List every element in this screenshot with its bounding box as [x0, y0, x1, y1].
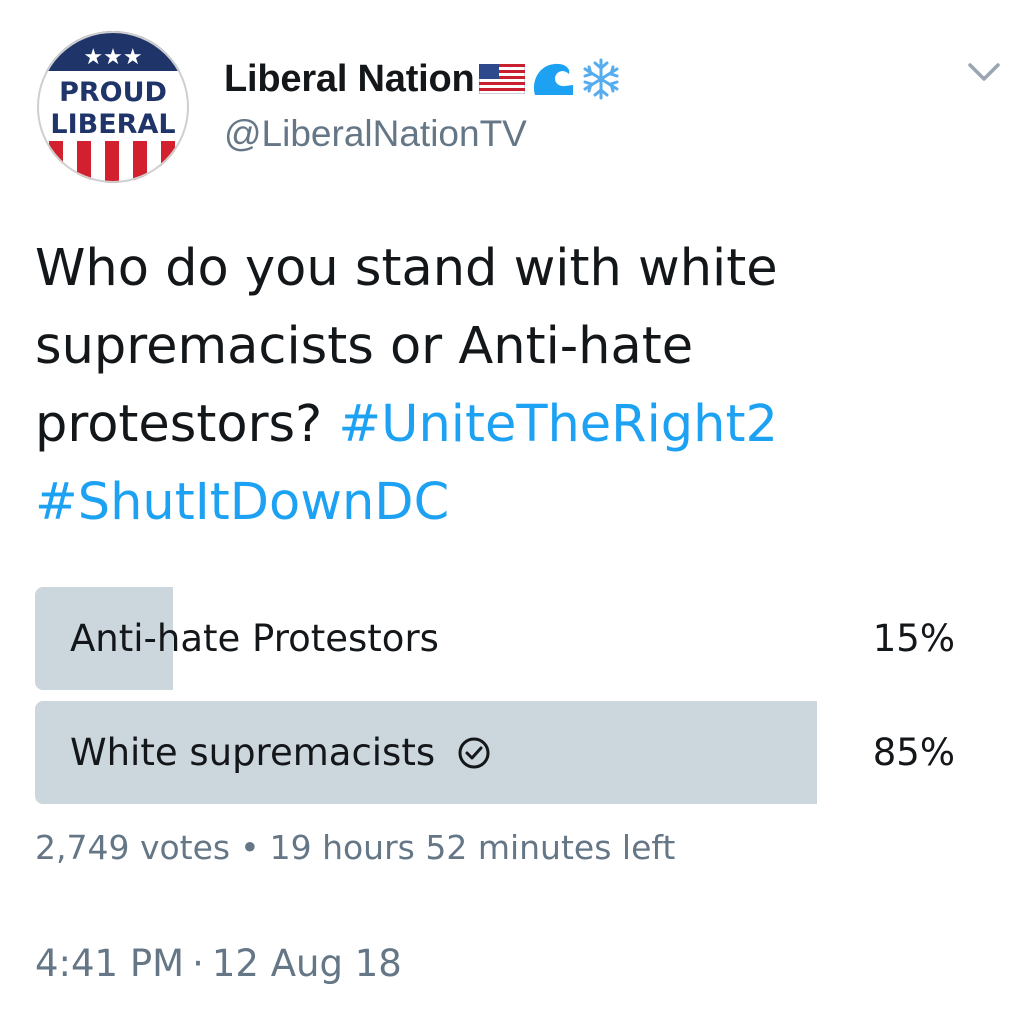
tweet-time: 4:41 PM [35, 942, 185, 985]
poll-option-percent: 85% [872, 731, 955, 774]
proud-liberal-badge-icon: ★★★ PROUD LIBERAL [37, 31, 189, 183]
poll-option-label: White supremacists [70, 701, 491, 804]
us-flag-emoji-icon [478, 64, 525, 94]
separator: · [192, 942, 204, 985]
poll-option-text: White supremacists [70, 731, 436, 774]
poll-option-percent: 15% [872, 617, 955, 660]
poll-option[interactable]: White supremacists 85% [35, 701, 955, 804]
display-name[interactable]: Liberal Nation [224, 58, 475, 101]
wave-emoji-icon [529, 59, 577, 99]
check-circle-icon [457, 736, 491, 770]
hashtag-link[interactable]: #ShutItDownDC [35, 473, 449, 532]
snowflake-emoji-icon [581, 57, 621, 101]
avatar[interactable]: ★★★ PROUD LIBERAL [35, 29, 191, 185]
separator: • [240, 828, 260, 867]
chevron-down-icon[interactable] [964, 56, 1004, 88]
display-name-row[interactable]: Liberal Nation [224, 53, 621, 105]
avatar-line2: LIBERAL [50, 109, 175, 140]
tweet-timestamp[interactable]: 4:41 PM · 12 Aug 18 [35, 942, 402, 985]
poll-time-left: 19 hours 52 minutes left [269, 828, 676, 867]
poll-meta: 2,749 votes • 19 hours 52 minutes left [35, 828, 675, 867]
poll-option-text: Anti-hate Protestors [70, 617, 439, 660]
poll-option-label: Anti-hate Protestors [70, 587, 439, 690]
user-handle[interactable]: @LiberalNationTV [224, 113, 527, 155]
tweet-date: 12 Aug 18 [211, 942, 402, 985]
hashtag-link[interactable]: #UniteTheRight2 [338, 395, 778, 454]
avatar-stars: ★★★ [83, 45, 142, 70]
poll-option[interactable]: Anti-hate Protestors 15% [35, 587, 955, 690]
poll-vote-count: 2,749 votes [35, 828, 231, 867]
avatar-line1: PROUD [59, 77, 167, 108]
tweet-text: Who do you stand with white supremacists… [35, 230, 915, 542]
